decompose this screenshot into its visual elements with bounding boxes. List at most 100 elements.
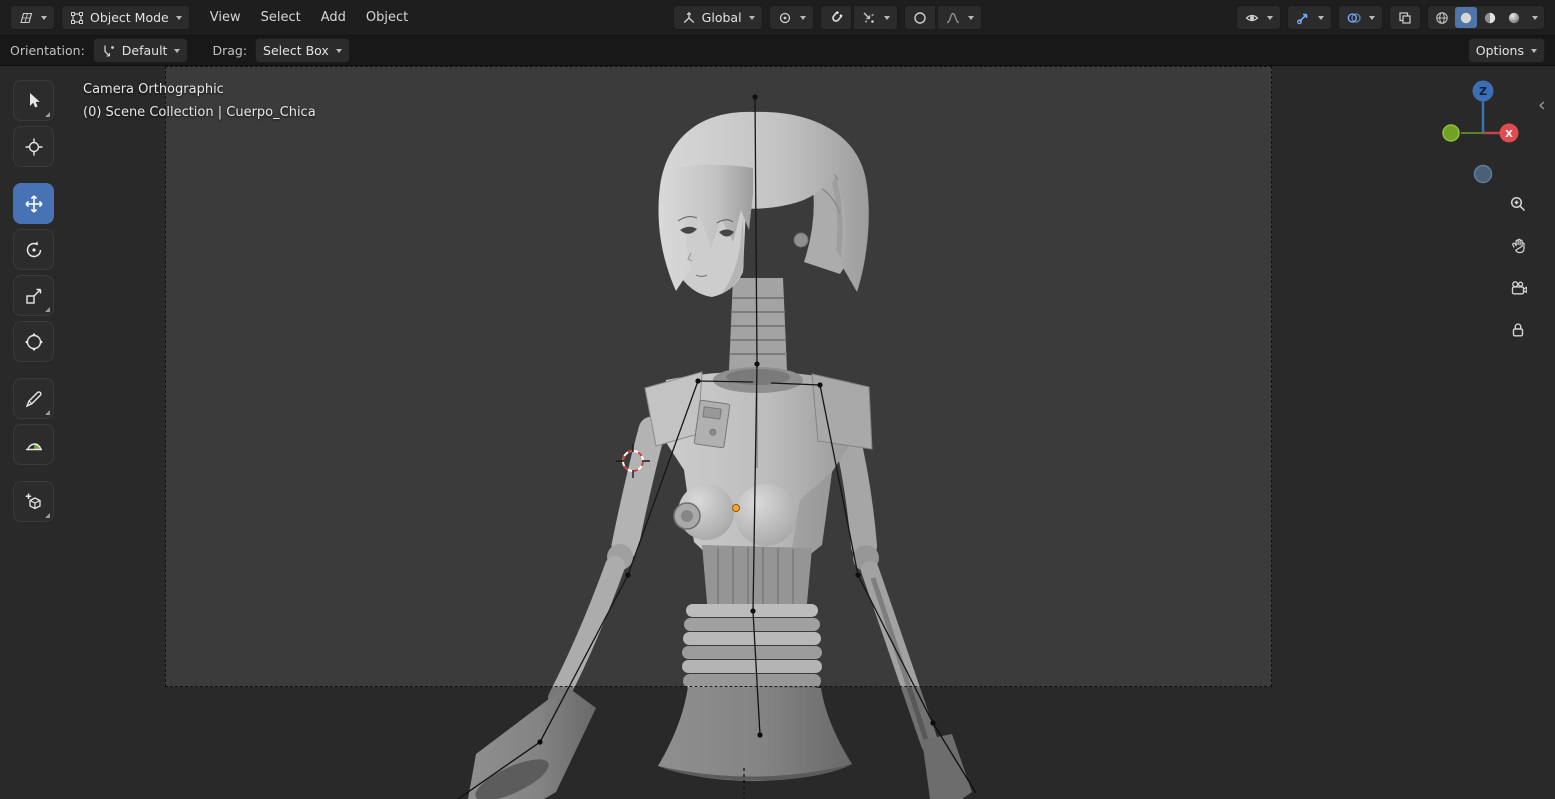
chevron-down-icon [41, 15, 47, 20]
chevron-down-icon [1266, 15, 1273, 20]
overlays-icon [1347, 12, 1361, 23]
chevron-down-icon [1317, 15, 1324, 20]
orientation-default-icon [104, 45, 114, 57]
shading-solid-button[interactable] [1454, 7, 1477, 28]
snap-target-icon [863, 12, 874, 23]
tool-cursor[interactable] [13, 126, 54, 167]
xray-toggle[interactable] [1388, 5, 1421, 30]
axis-x-label: X [1505, 129, 1513, 140]
menu-view[interactable]: View [200, 7, 251, 28]
options-dropdown[interactable]: Options [1467, 38, 1545, 63]
snap-group [819, 5, 898, 30]
wireframe-sphere-icon [1436, 11, 1448, 24]
chevron-down-icon [799, 15, 806, 20]
viewport-side-controls [1502, 188, 1534, 346]
snap-settings-dropdown[interactable] [852, 5, 898, 30]
gizmo-arrow-icon [1297, 13, 1308, 24]
shading-material-button[interactable] [1479, 7, 1501, 28]
transform-gizmo-icon [24, 332, 43, 351]
robot-girl-model[interactable] [468, 111, 972, 799]
overlays-toggle[interactable] [1337, 5, 1383, 30]
annotate-pen-icon [25, 390, 42, 407]
axis-z-label: Z [1479, 85, 1487, 98]
move-arrows-icon [24, 194, 43, 213]
viewport-3d[interactable]: Camera Orthographic (0) Scene Collection… [0, 66, 1555, 799]
snap-toggle[interactable] [819, 5, 852, 30]
viewport-info-text: Camera Orthographic (0) Scene Collection… [83, 78, 316, 124]
shading-options-dropdown[interactable] [1527, 7, 1541, 28]
add-cube-icon [25, 493, 41, 509]
view-name-text: Camera Orthographic [83, 82, 224, 97]
header-center-group: Global [672, 5, 982, 30]
toolbar [13, 80, 54, 522]
tool-annotate[interactable] [13, 378, 54, 419]
rendered-sphere-icon [1508, 12, 1520, 23]
drag-label: Drag: [212, 43, 248, 58]
visibility-dropdown[interactable] [1235, 5, 1281, 30]
lock-view-button[interactable] [1502, 314, 1534, 346]
falloff-dropdown[interactable] [936, 5, 982, 30]
editor-type-button[interactable] [10, 5, 55, 30]
header-right-group [1235, 5, 1545, 30]
menu-select[interactable]: Select [251, 7, 311, 28]
object-origin-dot[interactable] [732, 504, 740, 512]
pan-button[interactable] [1502, 230, 1534, 262]
tool-rotate[interactable] [13, 229, 54, 270]
lock-icon [1512, 323, 1524, 337]
scene-canvas[interactable] [0, 66, 1555, 799]
chevron-down-icon [748, 15, 755, 20]
navigation-gizmo[interactable]: Z X [1428, 76, 1538, 196]
tool-transform[interactable] [13, 321, 54, 362]
global-orientation-icon [683, 11, 694, 23]
mode-label: Object Mode [90, 10, 169, 25]
axis-y-ball[interactable] [1442, 124, 1460, 142]
chevron-down-icon [174, 48, 181, 53]
tool-move[interactable] [13, 183, 54, 224]
toolbar-group-gap [13, 367, 54, 373]
select-arrow-icon [29, 92, 40, 107]
chevron-down-icon [883, 15, 890, 20]
header-bar: Object Mode View Select Add Object Globa… [0, 0, 1555, 36]
chevron-down-icon [1531, 15, 1538, 20]
shading-rendered-button[interactable] [1503, 7, 1525, 28]
subtool-indicator [45, 112, 50, 117]
subtool-indicator [45, 410, 50, 415]
toolbar-group-gap [13, 470, 54, 476]
zoom-icon [1510, 196, 1526, 212]
orientation-default-dropdown[interactable]: Default [92, 38, 189, 63]
measure-protractor-icon [25, 442, 42, 450]
shading-mode-group [1426, 5, 1545, 30]
camera-view-button[interactable] [1502, 272, 1534, 304]
tool-measure[interactable] [13, 424, 54, 465]
3d-cursor-icon [25, 138, 42, 155]
xray-icon [1399, 11, 1411, 24]
axis-negz-ball[interactable] [1473, 164, 1493, 184]
object-mode-icon [71, 11, 83, 24]
menu-object[interactable]: Object [356, 7, 418, 28]
mode-dropdown[interactable]: Object Mode [61, 5, 190, 30]
active-object-text: (0) Scene Collection | Cuerpo_Chica [83, 105, 316, 120]
gizmos-toggle[interactable] [1286, 5, 1332, 30]
tool-add-cube[interactable] [13, 481, 54, 522]
orientation-value: Default [121, 43, 168, 58]
camera-icon [1511, 281, 1527, 295]
tool-scale[interactable] [13, 275, 54, 316]
sidebar-collapse-arrow[interactable]: ‹ [1538, 96, 1546, 115]
pivot-dropdown[interactable] [768, 5, 814, 30]
proportional-editing-toggle[interactable] [903, 5, 936, 30]
options-label: Options [1475, 43, 1524, 58]
rotate-icon [26, 241, 41, 257]
hand-icon [1512, 238, 1525, 254]
chevron-down-icon [335, 48, 342, 53]
toolbar-group-gap [13, 172, 54, 178]
menu-add[interactable]: Add [311, 7, 356, 28]
shading-wireframe-button[interactable] [1431, 7, 1453, 28]
zoom-button[interactable] [1502, 188, 1534, 220]
orientation-label: Orientation: [10, 43, 85, 58]
drag-mode-dropdown[interactable]: Select Box [255, 38, 350, 63]
pivot-point-icon [779, 12, 790, 23]
orientation-dropdown[interactable]: Global [672, 5, 763, 30]
tool-select-tweak[interactable] [13, 80, 54, 121]
proportional-circle-icon [913, 11, 926, 24]
chevron-down-icon [1368, 15, 1375, 20]
